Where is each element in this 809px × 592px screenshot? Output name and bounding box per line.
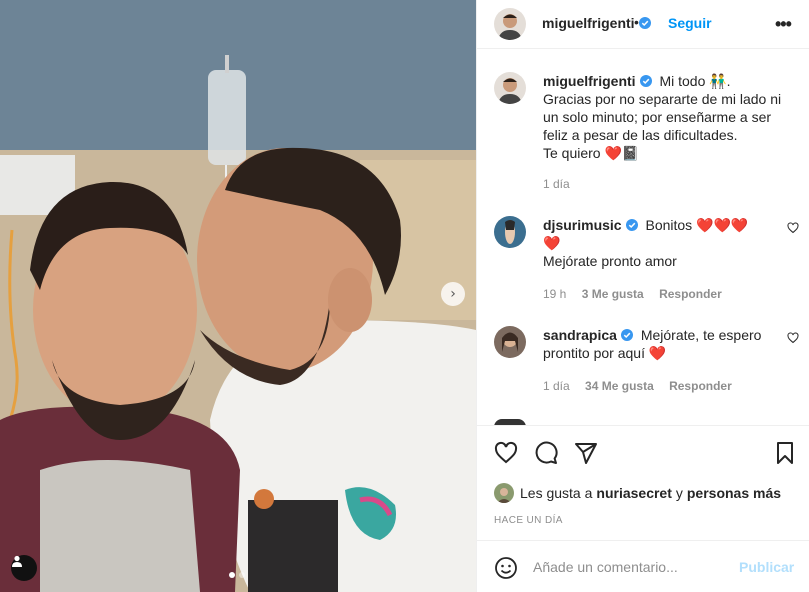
caption-username[interactable]: miguelfrigenti — [543, 73, 652, 89]
caption-line-1: Mi todo 👬. — [659, 73, 731, 89]
liker-avatar[interactable] — [494, 483, 514, 503]
verified-badge-icon — [620, 329, 633, 341]
commenter-avatar[interactable] — [494, 216, 526, 248]
more-options-button[interactable]: ••• — [775, 14, 792, 35]
next-photo-button[interactable]: › — [441, 282, 465, 306]
smiley-icon[interactable] — [494, 556, 518, 580]
photo-image — [0, 0, 476, 592]
add-comment-bar: Publicar — [477, 540, 809, 592]
chevron-right-icon: › — [450, 286, 456, 302]
heart-icon[interactable] — [494, 441, 518, 465]
verified-badge-icon — [625, 219, 638, 231]
comment-text: djsurimusic Bonitos ❤️❤️❤️ ❤️ Mejórate p… — [543, 216, 783, 270]
comment-body: Bonitos ❤️❤️❤️ — [645, 217, 749, 233]
post-photo[interactable]: › — [0, 0, 476, 592]
post-side-panel: miguelfrigenti • Seguir ••• miguelfrigen… — [476, 0, 809, 592]
likes-prefix: Les gusta a — [520, 485, 593, 501]
likes-and: y — [675, 485, 683, 501]
comment-username[interactable]: sandrapica — [543, 327, 633, 343]
comment-username[interactable]: djsurimusic — [543, 217, 638, 233]
separator-dot: • — [634, 14, 639, 30]
post-timestamp[interactable]: HACE UN DÍA — [494, 515, 563, 526]
author-avatar[interactable] — [494, 72, 526, 104]
heart-icon[interactable] — [787, 222, 799, 234]
author-avatar[interactable] — [494, 8, 526, 40]
post-header: miguelfrigenti • Seguir ••• — [477, 0, 809, 49]
likes-others-link[interactable]: personas más — [687, 485, 781, 501]
publish-button[interactable]: Publicar — [739, 559, 794, 575]
reply-button[interactable]: Responder — [669, 379, 732, 393]
carousel-dot — [229, 572, 235, 578]
comment-text: sandrapica Mejórate, te espero prontito … — [543, 326, 783, 362]
comment-icon[interactable] — [534, 441, 558, 465]
comment-input[interactable] — [533, 555, 728, 579]
likes-summary: Les gusta a nuriasecret y personas más — [494, 483, 785, 503]
carousel-indicator — [229, 572, 245, 578]
caption-text: miguelfrigenti Mi todo 👬. Gracias por no… — [543, 72, 783, 162]
comment-time: 1 día — [543, 379, 570, 393]
paper-plane-icon[interactable] — [574, 441, 598, 465]
follow-button[interactable]: Seguir — [668, 15, 712, 31]
verified-badge-icon — [638, 17, 651, 29]
comment-meta: 1 día 34 Me gusta Responder — [543, 379, 744, 393]
comments-list[interactable]: miguelfrigenti Mi todo 👬. Gracias por no… — [477, 50, 809, 425]
comment-body-cont: ❤️ — [543, 235, 561, 251]
comment-meta: 19 h 3 Me gusta Responder — [543, 287, 734, 301]
tagged-users-button[interactable] — [11, 555, 37, 581]
post-actions: Les gusta a nuriasecret y personas más H… — [477, 425, 809, 540]
bookmark-icon[interactable] — [773, 441, 797, 465]
post-modal: › miguelfrigenti • Seguir ••• miguelfrig… — [0, 0, 809, 592]
comment-likes[interactable]: 34 Me gusta — [585, 379, 654, 393]
comment-likes[interactable]: 3 Me gusta — [582, 287, 644, 301]
comment-time: 19 h — [543, 287, 567, 301]
reply-button[interactable]: Responder — [659, 287, 722, 301]
caption-line-2: Gracias por no separarte de mi lado ni u… — [543, 91, 782, 143]
verified-badge-icon — [639, 75, 652, 87]
user-tag-icon — [12, 555, 22, 567]
liker-username[interactable]: nuriasecret — [596, 485, 671, 501]
carousel-dot — [239, 572, 245, 578]
caption-line-3: Te quiero ❤️📓 — [543, 145, 640, 161]
heart-icon[interactable] — [787, 332, 799, 344]
commenter-avatar[interactable] — [494, 326, 526, 358]
caption-time: 1 día — [543, 177, 570, 191]
caption-meta: 1 día — [543, 177, 582, 191]
comment-body-cont: Mejórate pronto amor — [543, 253, 677, 269]
